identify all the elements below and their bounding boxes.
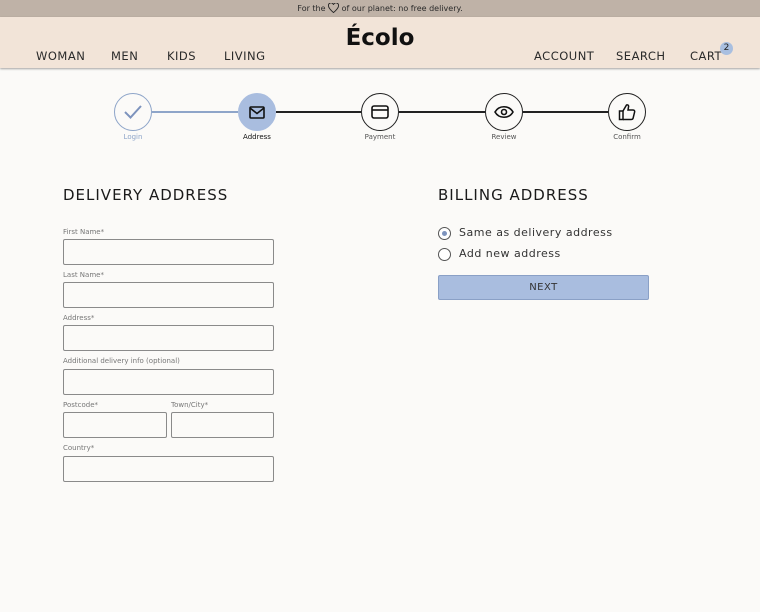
first-name-input[interactable]	[63, 239, 274, 265]
town-input[interactable]	[171, 412, 274, 438]
billing-title: BILLING ADDRESS	[438, 186, 589, 204]
last-name-input[interactable]	[63, 282, 274, 308]
step-confirm[interactable]	[608, 93, 646, 131]
radio-same-address[interactable]	[438, 227, 451, 240]
cart-count-badge: 2	[720, 42, 733, 55]
progress-line	[152, 111, 238, 113]
nav-cart[interactable]: CART	[690, 49, 722, 63]
progress-line	[523, 111, 608, 113]
nav-search[interactable]: SEARCH	[616, 49, 666, 63]
nav-account[interactable]: ACCOUNT	[534, 49, 594, 63]
credit-card-icon	[371, 105, 389, 119]
promo-banner: For the of our planet: no free delivery.	[0, 0, 760, 17]
eye-icon	[494, 105, 514, 119]
country-label: Country*	[63, 444, 95, 452]
progress-line	[276, 111, 361, 113]
postcode-input[interactable]	[63, 412, 167, 438]
radio-new-address[interactable]	[438, 248, 451, 261]
promo-text: For the	[297, 4, 326, 13]
step-payment[interactable]	[361, 93, 399, 131]
additional-info-input[interactable]	[63, 369, 274, 395]
step-login[interactable]	[114, 93, 152, 131]
country-input[interactable]	[63, 456, 274, 482]
postcode-label: Postcode*	[63, 401, 99, 409]
logo[interactable]: Écolo	[0, 25, 760, 51]
step-label-confirm: Confirm	[613, 133, 641, 141]
address-input[interactable]	[63, 325, 274, 351]
additional-info-label: Additional delivery info (optional)	[63, 357, 180, 365]
nav-living[interactable]: LIVING	[224, 49, 266, 63]
nav-kids[interactable]: KIDS	[167, 49, 196, 63]
step-label-review: Review	[491, 133, 517, 141]
envelope-icon	[249, 105, 265, 119]
heart-icon	[328, 2, 340, 14]
last-name-label: Last Name*	[63, 271, 104, 279]
thumbs-up-icon	[618, 104, 636, 121]
new-address-label[interactable]: Add new address	[459, 247, 561, 260]
site-header: Écolo WOMAN MEN KIDS LIVING ACCOUNT SEAR…	[0, 17, 760, 68]
same-address-label[interactable]: Same as delivery address	[459, 226, 613, 239]
step-label-payment: Payment	[364, 133, 396, 141]
town-label: Town/City*	[171, 401, 209, 409]
first-name-label: First Name*	[63, 228, 105, 236]
address-label: Address*	[63, 314, 95, 322]
step-address[interactable]	[238, 93, 276, 131]
next-button[interactable]: NEXT	[438, 275, 649, 300]
progress-line	[399, 111, 485, 113]
delivery-title: DELIVERY ADDRESS	[63, 186, 229, 204]
step-label-address: Address	[243, 133, 271, 141]
check-icon	[124, 105, 142, 119]
step-review[interactable]	[485, 93, 523, 131]
promo-text-end: of our planet: no free delivery.	[341, 4, 463, 13]
nav-woman[interactable]: WOMAN	[36, 49, 85, 63]
nav-men[interactable]: MEN	[111, 49, 138, 63]
step-label-login: Login	[123, 133, 143, 141]
